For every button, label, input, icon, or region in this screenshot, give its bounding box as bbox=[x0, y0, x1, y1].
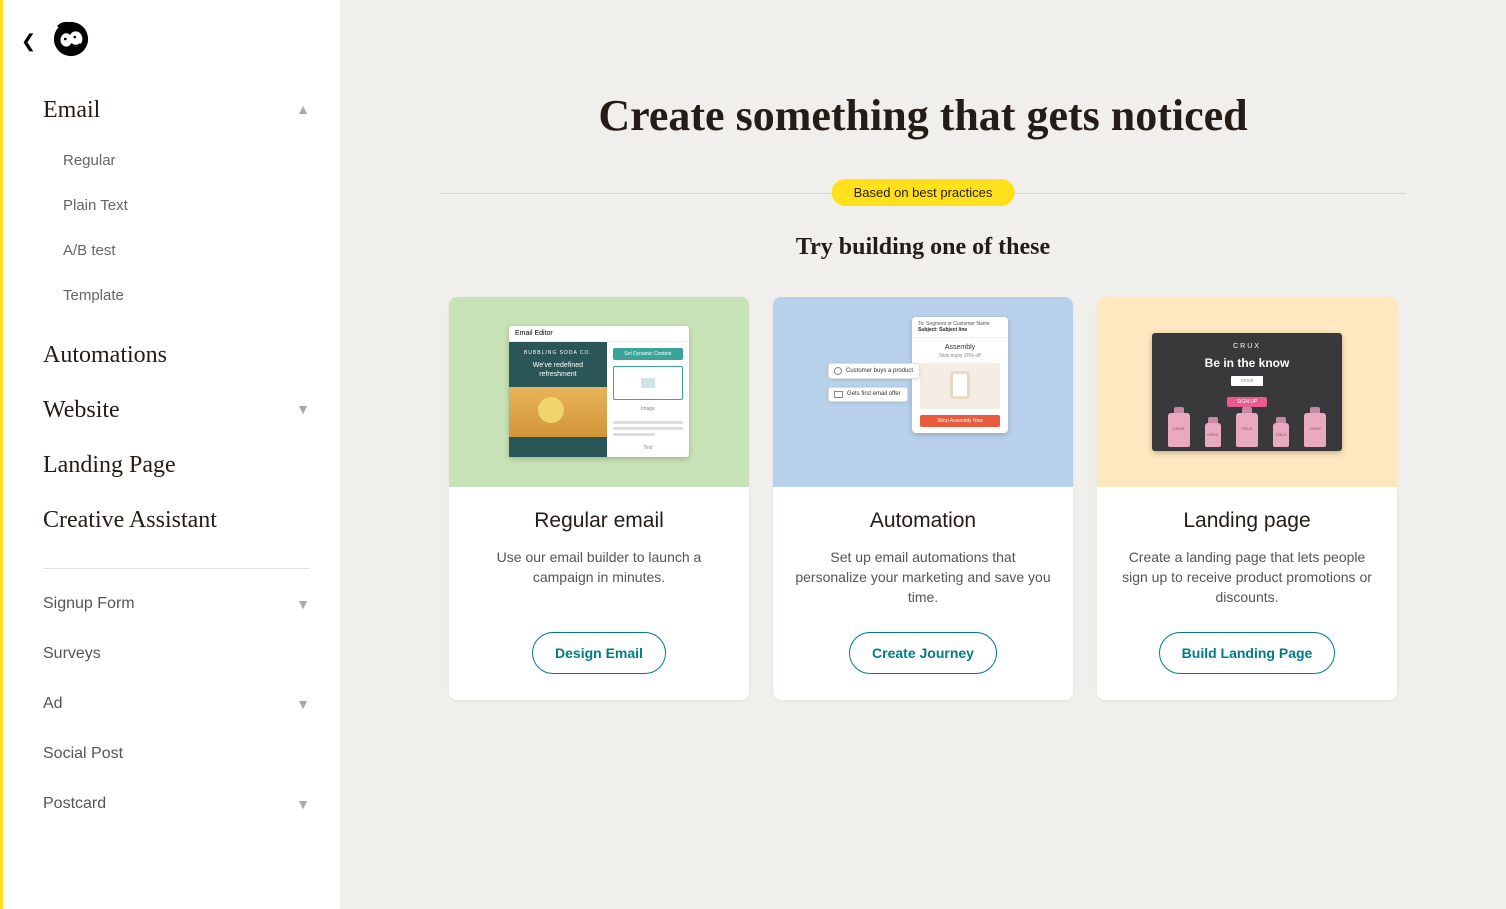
secondary-item-label: Ad bbox=[43, 695, 63, 713]
card-landing-page: CRUX Be in the know email SIGN UP Landin… bbox=[1097, 297, 1397, 700]
nav-creative-assistant-label: Creative Assistant bbox=[43, 507, 217, 534]
card-desc: Use our email builder to launch a campai… bbox=[469, 547, 729, 588]
card-desc: Set up email automations that personaliz… bbox=[793, 547, 1053, 608]
main-content: Create something that gets noticed Based… bbox=[340, 0, 1506, 909]
nav-automations-label: Automations bbox=[43, 342, 167, 369]
mock-assembly: Assembly bbox=[912, 338, 1008, 353]
mock-email-header: Email Editor bbox=[509, 326, 689, 342]
nav-automations[interactable]: Automations bbox=[43, 328, 340, 383]
chevron-down-icon: ▼ bbox=[296, 696, 310, 712]
back-icon[interactable]: ❮ bbox=[21, 31, 36, 52]
mailchimp-logo[interactable] bbox=[52, 20, 90, 63]
mock-brand: BUBBLING SODA CO. bbox=[515, 350, 601, 356]
secondary-item-label: Signup Form bbox=[43, 595, 135, 613]
nav-website[interactable]: Website ▼ bbox=[43, 383, 340, 438]
mock-lp-email: email bbox=[1231, 376, 1263, 386]
mock-coupon: Now enjoy 20% off bbox=[912, 353, 1008, 363]
chevron-down-icon: ▼ bbox=[296, 596, 310, 612]
chevron-up-icon: ▲ bbox=[296, 103, 310, 119]
mock-image-placeholder bbox=[613, 366, 683, 400]
card-thumb-email: Email Editor BUBBLING SODA CO. We've red… bbox=[449, 297, 749, 487]
mock-line1: We've redefined bbox=[533, 362, 583, 369]
card-automation: To: Segment or Customer Name Subject: Su… bbox=[773, 297, 1073, 700]
mock-phone: To: Segment or Customer Name Subject: Su… bbox=[912, 317, 1008, 433]
mock-lp-bottles bbox=[1152, 413, 1342, 451]
subnav-template[interactable]: Template bbox=[63, 273, 340, 318]
card-title: Regular email bbox=[469, 509, 729, 533]
page-headline: Create something that gets noticed bbox=[573, 90, 1273, 143]
mock-shop-btn: Shop Assembly Now bbox=[920, 415, 1000, 427]
mock-lp-tag: Be in the know bbox=[1152, 356, 1342, 370]
secondary-item-signup-form[interactable]: Signup Form ▼ bbox=[43, 579, 340, 629]
mock-text-label: Text bbox=[613, 445, 683, 451]
primary-nav: Email ▲ Regular Plain Text A/B test Temp… bbox=[3, 73, 340, 829]
nav-creative-assistant[interactable]: Creative Assistant bbox=[43, 493, 340, 548]
subnav-regular[interactable]: Regular bbox=[63, 138, 340, 183]
mock-email-editor: Email Editor BUBBLING SODA CO. We've red… bbox=[509, 326, 689, 457]
design-email-button[interactable]: Design Email bbox=[532, 632, 666, 674]
card-regular-email: Email Editor BUBBLING SODA CO. We've red… bbox=[449, 297, 749, 700]
secondary-item-label: Surveys bbox=[43, 645, 101, 663]
nav-landing-page[interactable]: Landing Page bbox=[43, 438, 340, 493]
secondary-item-surveys[interactable]: Surveys bbox=[43, 629, 340, 679]
mock-lp-signup: SIGN UP bbox=[1227, 397, 1268, 407]
best-practices-badge: Based on best practices bbox=[832, 179, 1015, 206]
nav-landing-page-label: Landing Page bbox=[43, 452, 176, 479]
nav-divider bbox=[43, 568, 310, 569]
nav-website-label: Website bbox=[43, 397, 120, 424]
card-desc: Create a landing page that lets people s… bbox=[1117, 547, 1377, 608]
secondary-nav: Signup Form ▼ Surveys Ad ▼ Social Post Postcar… bbox=[43, 579, 340, 829]
card-title: Automation bbox=[793, 509, 1053, 533]
mock-product-image bbox=[920, 363, 1000, 409]
subnav-plain-text[interactable]: Plain Text bbox=[63, 183, 340, 228]
chevron-down-icon: ▼ bbox=[296, 796, 310, 812]
mock-hero-image bbox=[509, 387, 607, 437]
subnav-ab-test[interactable]: A/B test bbox=[63, 228, 340, 273]
cards-row: Email Editor BUBBLING SODA CO. We've red… bbox=[400, 297, 1446, 700]
build-landing-page-button[interactable]: Build Landing Page bbox=[1159, 632, 1336, 674]
secondary-item-postcard[interactable]: Postcard ▼ bbox=[43, 779, 340, 829]
mock-chip-email: Gets first email offer bbox=[828, 387, 908, 402]
mock-chip-buys: Customer buys a product bbox=[828, 363, 920, 379]
mock-image-label: Image bbox=[613, 406, 683, 412]
mock-text-lines bbox=[613, 418, 683, 439]
nav-email-sub: Regular Plain Text A/B test Template bbox=[43, 138, 340, 328]
mock-dynamic-btn: Set Dynamic Content bbox=[613, 348, 683, 360]
page-subhead: Try building one of these bbox=[400, 234, 1446, 261]
secondary-item-social-post[interactable]: Social Post bbox=[43, 729, 340, 779]
secondary-item-label: Postcard bbox=[43, 795, 106, 813]
sidebar: ❮ Email ▲ Regular Plain Text A/B test Te… bbox=[0, 0, 340, 909]
mock-line2: refreshment bbox=[539, 371, 576, 378]
card-thumb-landing: CRUX Be in the know email SIGN UP bbox=[1097, 297, 1397, 487]
card-thumb-automation: To: Segment or Customer Name Subject: Su… bbox=[773, 297, 1073, 487]
mock-landing-page: CRUX Be in the know email SIGN UP bbox=[1152, 333, 1342, 451]
card-title: Landing page bbox=[1117, 509, 1377, 533]
create-journey-button[interactable]: Create Journey bbox=[849, 632, 997, 674]
nav-email-label: Email bbox=[43, 97, 100, 124]
mock-automation: To: Segment or Customer Name Subject: Su… bbox=[828, 317, 1018, 467]
nav-email[interactable]: Email ▲ bbox=[43, 83, 340, 138]
secondary-item-label: Social Post bbox=[43, 745, 123, 763]
mock-phone-header: To: Segment or Customer Name Subject: Su… bbox=[912, 317, 1008, 338]
badge-divider: Based on best practices bbox=[440, 193, 1406, 194]
secondary-item-ad[interactable]: Ad ▼ bbox=[43, 679, 340, 729]
mock-lp-email-row: email bbox=[1152, 376, 1342, 386]
chevron-down-icon: ▼ bbox=[296, 403, 310, 419]
mock-lp-brand: CRUX bbox=[1152, 343, 1342, 350]
